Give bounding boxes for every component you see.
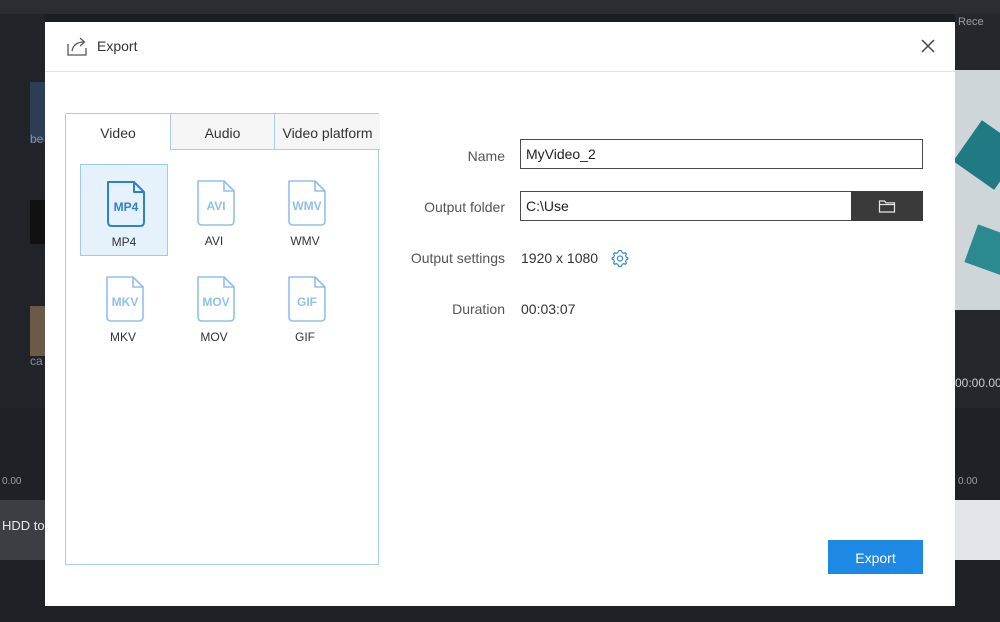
mp4-file-icon: MP4 — [107, 181, 145, 227]
duration-value: 00:03:07 — [521, 301, 576, 317]
bg-thumb-label: be — [30, 132, 44, 146]
export-button[interactable]: Export — [828, 540, 923, 574]
format-label: WMV — [290, 234, 320, 248]
format-label: MP4 — [111, 235, 137, 249]
close-icon[interactable] — [917, 35, 939, 57]
bg-track-clip — [955, 500, 1000, 560]
format-panel: Video Audio Video platform MP4 MP4 AVI AVI W… — [65, 113, 380, 565]
format-label: MOV — [200, 330, 228, 344]
dialog-title: Export — [97, 38, 138, 54]
avi-file-icon: AVI — [197, 180, 235, 226]
bg-ruler-tick: 0.00 — [2, 476, 22, 487]
output-resolution: 1920 x 1080 — [521, 250, 599, 266]
bg-thumb-label: ca — [30, 354, 43, 368]
mov-icon-text: MOV — [202, 295, 229, 309]
mkv-file-icon: MKV — [106, 276, 144, 322]
bg-ruler-tick: 0.00 — [958, 476, 978, 487]
mp4-icon-text: MP4 — [114, 200, 139, 214]
format-option-mp4[interactable]: MP4 MP4 — [80, 164, 168, 256]
export-dialog: Export Video Audio Video platform MP4 MP4… — [45, 22, 955, 606]
mkv-icon-text: MKV — [112, 295, 139, 309]
avi-icon-text: AVI — [206, 199, 225, 213]
name-input[interactable] — [520, 139, 923, 169]
dialog-titlebar: Export — [45, 22, 955, 72]
bg-toolbar — [0, 0, 1000, 14]
output-folder-label: Output folder — [424, 199, 505, 215]
format-option-avi[interactable]: AVI AVI — [171, 164, 259, 256]
format-label: MKV — [109, 330, 136, 344]
tab-audio[interactable]: Audio — [170, 114, 274, 150]
name-label: Name — [467, 148, 505, 164]
mov-file-icon: MOV — [197, 276, 235, 322]
duration-label: Duration — [452, 301, 505, 317]
format-label: GIF — [295, 330, 315, 344]
output-settings-label: Output settings — [410, 250, 505, 266]
folder-icon — [878, 200, 896, 213]
export-icon — [67, 37, 87, 56]
bg-preview-image — [955, 70, 1000, 310]
bg-time-readout: 00:00.00 — [955, 376, 1000, 390]
output-folder-input[interactable] — [520, 191, 851, 221]
bg-thumbnail — [30, 306, 45, 356]
format-option-mkv[interactable]: MKV MKV — [80, 260, 168, 352]
gear-icon[interactable] — [610, 248, 630, 268]
tab-video-platform[interactable]: Video platform — [274, 114, 380, 150]
format-label: AVI — [204, 234, 224, 248]
tab-video[interactable]: Video — [66, 114, 170, 150]
bg-record-label: Rece — [958, 16, 984, 28]
format-tabs: Video Audio Video platform — [66, 114, 380, 150]
format-option-mov[interactable]: MOV MOV — [171, 260, 259, 352]
bg-track-label: HDD to — [2, 518, 45, 533]
bg-thumbnail — [30, 200, 45, 244]
browse-folder-button[interactable] — [851, 191, 923, 221]
